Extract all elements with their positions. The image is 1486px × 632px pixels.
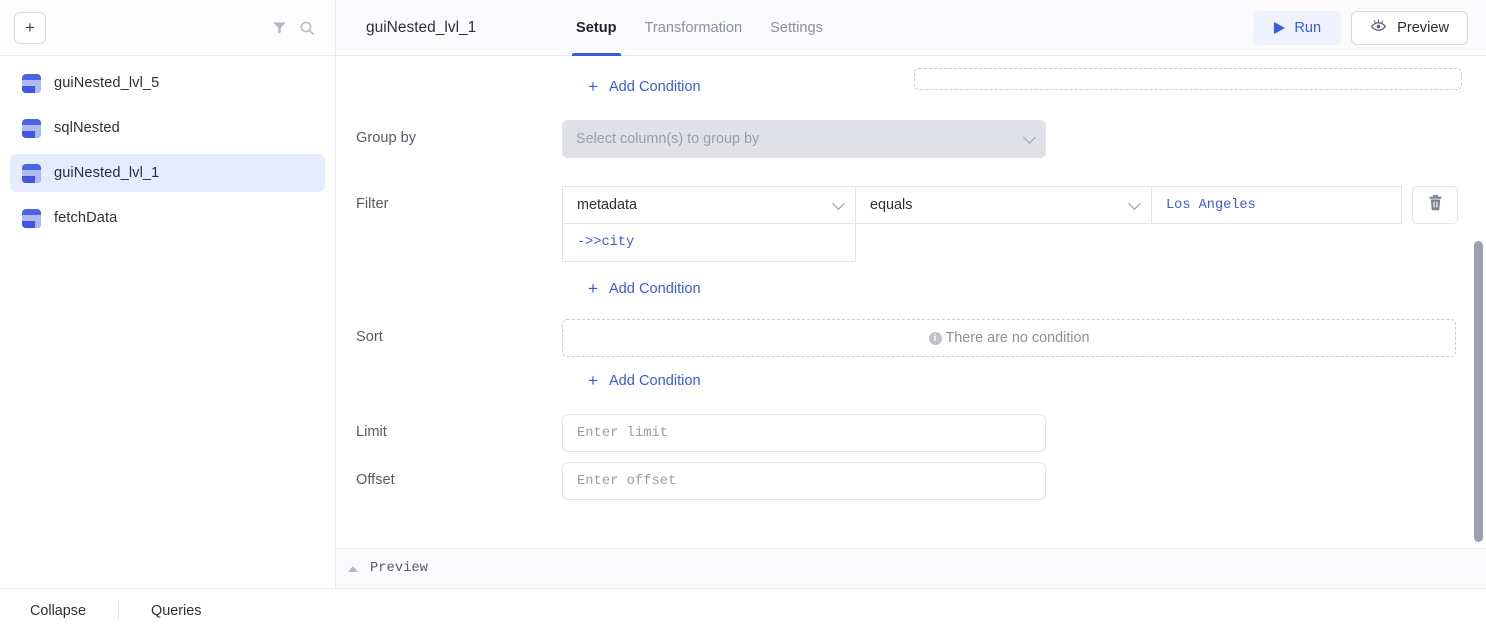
group-by-select[interactable]: Select column(s) to group by (562, 120, 1046, 158)
add-condition-label: Add Condition (609, 79, 701, 95)
vertical-scrollbar-thumb[interactable] (1474, 241, 1483, 542)
limit-input[interactable]: Enter limit (562, 414, 1046, 452)
offset-row: Offset Enter offset (356, 462, 1458, 500)
footer-divider (118, 602, 119, 620)
header-actions: Run Preview (1254, 11, 1468, 45)
filter-label: Filter (356, 186, 562, 212)
plus-icon: + (25, 19, 35, 36)
chevron-down-icon (832, 197, 845, 210)
add-condition-label: Add Condition (609, 281, 701, 297)
filter-field: metadata ->>city equals (562, 186, 1458, 297)
delete-condition-button[interactable] (1412, 186, 1458, 224)
add-condition-button-sort[interactable]: + Add Condition (562, 372, 1458, 389)
filter-json-path-value: ->>city (577, 235, 634, 250)
sidebar-header: + (0, 0, 335, 56)
plus-icon: + (588, 372, 598, 389)
queries-list: guiNested_lvl_5 sqlNested guiNested_lvl_… (0, 56, 335, 588)
plus-icon: + (588, 280, 598, 297)
filter-row: Filter metadata ->>city (356, 186, 1458, 297)
top-empty-conditions-box (914, 68, 1462, 90)
sort-empty-state: i There are no condition (562, 319, 1456, 357)
list-item-label: fetchData (54, 210, 117, 226)
run-button[interactable]: Run (1254, 11, 1341, 45)
limit-placeholder: Enter limit (577, 426, 668, 441)
filter-value-text: Los Angeles (1166, 198, 1256, 213)
preview-button[interactable]: Preview (1351, 11, 1468, 45)
chevron-down-icon (1023, 131, 1036, 144)
trash-icon (1428, 194, 1443, 216)
tab-setup[interactable]: Setup (562, 0, 631, 56)
group-by-row: Group by Select column(s) to group by (356, 120, 1458, 158)
query-icon (22, 209, 41, 228)
filter-column-group: metadata ->>city (562, 186, 856, 262)
filter-value-input[interactable]: Los Angeles (1152, 186, 1402, 224)
query-editor-app: + (0, 0, 1486, 632)
preview-panel-toggle[interactable]: Preview (336, 548, 1486, 588)
group-by-placeholder: Select column(s) to group by (576, 131, 759, 147)
collapse-button[interactable]: Collapse (30, 603, 86, 619)
eye-icon (1370, 19, 1387, 37)
sort-row: Sort i There are no condition + Add Cond… (356, 319, 1458, 389)
plus-icon: + (588, 78, 598, 95)
chevron-up-icon (348, 566, 358, 572)
tab-transformation[interactable]: Transformation (631, 0, 757, 56)
offset-label: Offset (356, 462, 562, 488)
main-split: + (0, 0, 1486, 588)
query-content: guiNested_lvl_1 Setup Transformation Set… (336, 0, 1486, 588)
tab-setup-label: Setup (576, 20, 617, 36)
setup-form: + Add Condition Group by Select column(s… (336, 78, 1486, 500)
setup-form-scroll: + Add Condition Group by Select column(s… (336, 56, 1486, 548)
list-item-label: guiNested_lvl_5 (54, 75, 159, 91)
add-query-button[interactable]: + (14, 12, 46, 44)
filter-icon[interactable] (265, 14, 293, 42)
offset-field: Enter offset (562, 462, 1458, 500)
limit-label: Limit (356, 414, 562, 440)
content-header: guiNested_lvl_1 Setup Transformation Set… (336, 0, 1486, 56)
add-condition-button-filter[interactable]: + Add Condition (562, 280, 1458, 297)
filter-condition-grid: metadata ->>city equals (562, 186, 1458, 262)
bottom-bar: Collapse Queries (0, 588, 1486, 632)
run-button-label: Run (1294, 20, 1321, 36)
tab-transformation-label: Transformation (645, 20, 743, 36)
info-icon: i (929, 332, 942, 345)
sort-label: Sort (356, 319, 562, 345)
limit-row: Limit Enter limit (356, 414, 1458, 452)
limit-field: Enter limit (562, 414, 1458, 452)
list-item[interactable]: sqlNested (10, 109, 325, 147)
tab-settings-label: Settings (770, 20, 823, 36)
add-condition-label: Add Condition (609, 373, 701, 389)
play-icon (1274, 22, 1285, 34)
tab-bar: Setup Transformation Settings (562, 0, 837, 56)
filter-operator-select[interactable]: equals (856, 186, 1152, 224)
list-item[interactable]: fetchData (10, 199, 325, 237)
queries-sidebar: + (0, 0, 336, 588)
query-icon (22, 74, 41, 93)
queries-button[interactable]: Queries (151, 603, 201, 619)
offset-input[interactable]: Enter offset (562, 462, 1046, 500)
list-item-label: sqlNested (54, 120, 120, 136)
tab-settings[interactable]: Settings (756, 0, 837, 56)
page-title: guiNested_lvl_1 (366, 19, 562, 37)
search-icon[interactable] (293, 14, 321, 42)
list-item-selected[interactable]: guiNested_lvl_1 (10, 154, 325, 192)
offset-placeholder: Enter offset (577, 474, 676, 489)
sort-field: i There are no condition + Add Condition (562, 319, 1458, 389)
preview-panel-label: Preview (370, 561, 428, 576)
list-item[interactable]: guiNested_lvl_5 (10, 64, 325, 102)
group-by-label: Group by (356, 120, 562, 146)
filter-json-path-input[interactable]: ->>city (562, 224, 856, 262)
list-item-label: guiNested_lvl_1 (54, 165, 159, 181)
filter-operator-value: equals (870, 197, 912, 213)
group-by-field: Select column(s) to group by (562, 120, 1458, 158)
preview-button-label: Preview (1397, 20, 1449, 36)
chevron-down-icon (1128, 197, 1141, 210)
query-icon (22, 119, 41, 138)
spacer-label (356, 78, 562, 88)
filter-column-value: metadata (577, 197, 637, 213)
filter-column-select[interactable]: metadata (562, 186, 856, 224)
query-icon (22, 164, 41, 183)
sort-empty-text: There are no condition (946, 330, 1090, 346)
